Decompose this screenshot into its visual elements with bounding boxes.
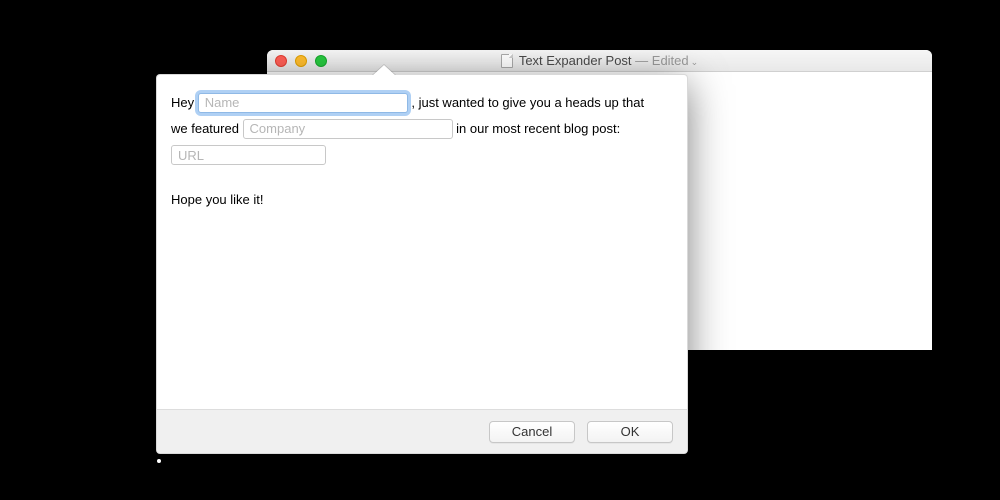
company-field[interactable] [243,119,453,139]
window-titlebar: Text Expander Post — Edited⌄ [267,50,932,72]
snippet-text: in our most recent blog post: [456,121,620,136]
fill-in-dialog: Hey , just wanted to give you a heads up… [156,74,688,454]
snippet-text: Hey [171,95,198,110]
snippet-text: , just wanted to give you a heads up tha… [411,95,644,110]
minimize-window-button[interactable] [295,55,307,67]
window-title: Text Expander Post — Edited⌄ [519,53,698,68]
cursor-dot [157,459,161,463]
dialog-body: Hey , just wanted to give you a heads up… [157,75,687,409]
snippet-text: we featured [171,121,243,136]
ok-button[interactable]: OK [587,421,673,443]
document-icon [501,54,513,68]
zoom-window-button[interactable] [315,55,327,67]
chevron-down-icon: ⌄ [691,57,699,67]
snippet-closing: Hope you like it! [171,192,264,207]
name-field[interactable] [198,93,408,113]
dialog-footer: Cancel OK [157,409,687,453]
traffic-lights [275,55,327,67]
popover-arrow [372,65,396,76]
url-field[interactable] [171,145,326,165]
cancel-button[interactable]: Cancel [489,421,575,443]
close-window-button[interactable] [275,55,287,67]
